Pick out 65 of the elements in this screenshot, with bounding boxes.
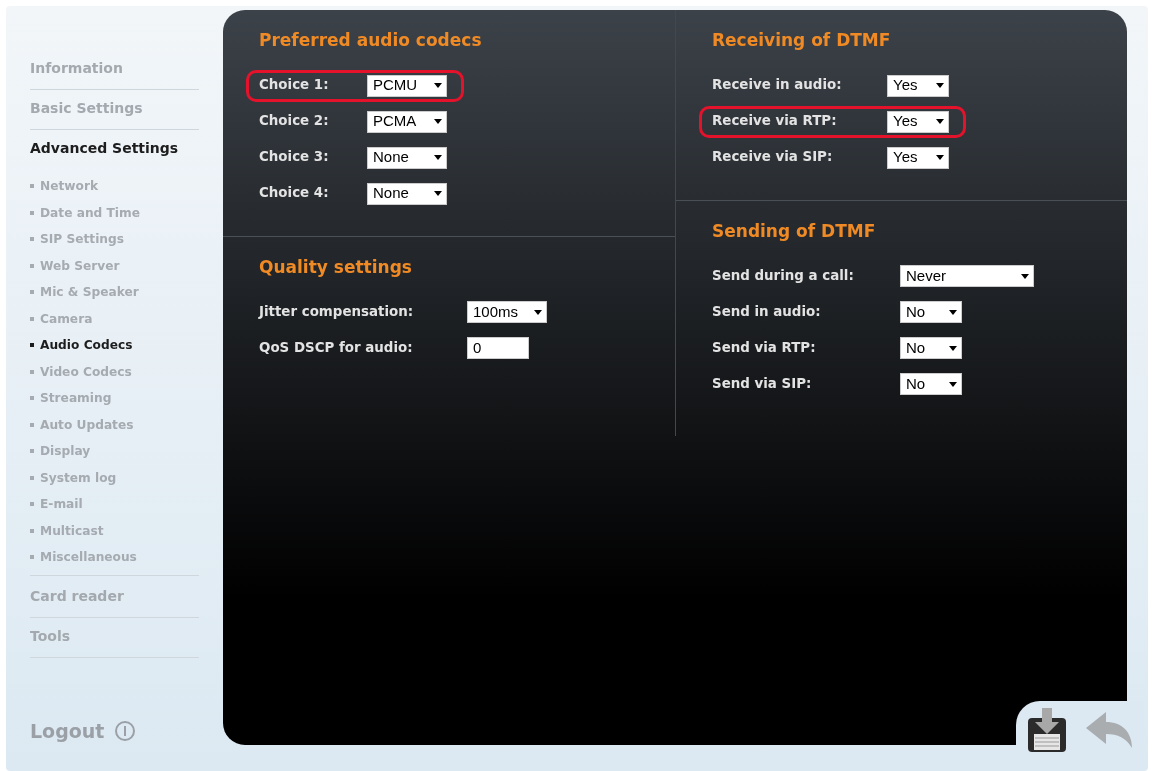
sidebar-item[interactable]: Basic Settings — [30, 90, 199, 130]
caret-icon — [434, 119, 442, 124]
back-arrow-icon[interactable] — [1084, 710, 1134, 750]
caret-icon — [936, 119, 944, 124]
text-input-field[interactable]: 0 — [467, 337, 529, 359]
logout-link[interactable]: Logout — [30, 716, 105, 745]
sidebar-subitem[interactable]: Camera — [30, 305, 199, 332]
sidebar-subitem[interactable]: Web Server — [30, 252, 199, 279]
dropdown[interactable]: None — [367, 146, 447, 169]
sidebar-subitem[interactable]: Display — [30, 438, 199, 465]
caret-icon — [936, 155, 944, 160]
field-label: Receive via SIP: — [712, 148, 834, 167]
section-title: Sending of DTMF — [712, 219, 877, 243]
field-label: Receive in audio: — [712, 76, 843, 95]
caret-icon — [949, 381, 957, 387]
field-label: Receive via RTP: — [712, 112, 838, 131]
field-label: Choice 2: — [259, 112, 330, 131]
section-title: Receiving of DTMF — [712, 29, 892, 52]
field-label: Choice 1: — [259, 76, 330, 95]
dropdown[interactable]: Never — [900, 265, 1034, 287]
sidebar-item[interactable]: Information — [30, 50, 199, 90]
dropdown[interactable]: PCMU — [367, 74, 447, 97]
info-icon[interactable] — [114, 719, 137, 742]
caret-icon — [949, 345, 957, 351]
caret-icon — [1021, 273, 1029, 279]
field-label: Choice 3: — [259, 148, 330, 167]
sidebar-subitem[interactable]: Streaming — [30, 385, 199, 412]
field-label: Choice 4: — [259, 184, 330, 203]
caret-icon — [936, 83, 944, 88]
dropdown[interactable]: No — [900, 337, 962, 359]
field-label: Send via RTP: — [712, 338, 817, 357]
section-title: Preferred audio codecs — [259, 29, 483, 52]
field-label: Send during a call: — [712, 266, 855, 285]
caret-icon — [434, 83, 442, 88]
field-label: Jitter compensation: — [259, 302, 415, 321]
sidebar-subitem[interactable]: SIP Settings — [30, 226, 199, 253]
sidebar-item[interactable]: Card reader — [30, 577, 199, 618]
dropdown[interactable]: Yes — [887, 110, 949, 133]
dropdown[interactable]: PCMA — [367, 110, 447, 133]
sidebar-subitem[interactable]: System log — [30, 464, 199, 491]
caret-icon — [949, 309, 957, 315]
section-title: Quality settings — [259, 255, 413, 279]
sidebar-subitem[interactable]: Multicast — [30, 517, 199, 544]
sidebar-subitem[interactable]: Video Codecs — [30, 358, 199, 385]
field-label: QoS DSCP for audio: — [259, 338, 414, 357]
field-label: Send via SIP: — [712, 374, 813, 393]
caret-icon — [434, 155, 442, 160]
dropdown[interactable]: Yes — [887, 74, 949, 97]
sidebar-subitem[interactable]: Audio Codecs — [30, 332, 199, 359]
field-label: Send in audio: — [712, 302, 822, 321]
dropdown[interactable]: 100ms — [467, 301, 547, 323]
sidebar-item[interactable]: Tools — [30, 617, 199, 658]
sidebar-subitem[interactable]: Network — [30, 173, 199, 200]
caret-icon — [534, 309, 542, 315]
sidebar-subitem[interactable]: Mic & Speaker — [30, 279, 199, 306]
sidebar-subitem[interactable]: Date and Time — [30, 199, 199, 226]
dropdown[interactable]: No — [900, 373, 962, 395]
sidebar-subitem[interactable]: Auto Updates — [30, 411, 199, 438]
sidebar-subitem[interactable]: E-mail — [30, 491, 199, 518]
sidebar-item[interactable]: Advanced Settings — [30, 130, 199, 173]
dropdown[interactable]: No — [900, 301, 962, 323]
dropdown[interactable]: None — [367, 182, 447, 205]
sidebar-subitem[interactable]: Miscellaneous — [30, 544, 199, 571]
caret-icon — [434, 191, 442, 196]
dropdown[interactable]: Yes — [887, 146, 949, 169]
